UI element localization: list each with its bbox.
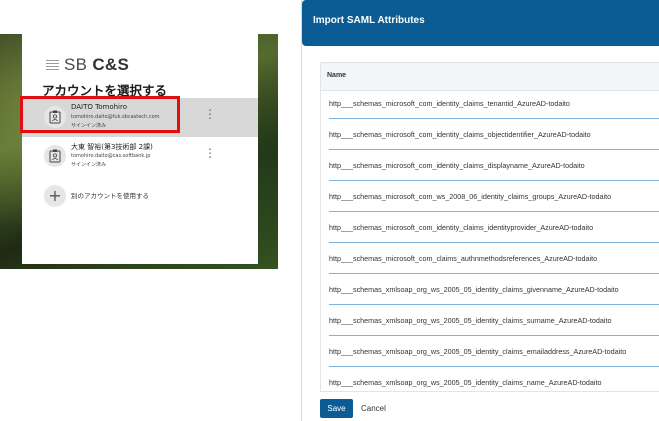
attribute-name: http___schemas_microsoft_com_identity_cl… [329, 99, 570, 108]
save-button[interactable]: Save [320, 399, 353, 418]
attribute-name: http___schemas_xmlsoap_org_ws_2005_05_id… [329, 285, 619, 294]
attribute-name: http___schemas_xmlsoap_org_ws_2005_05_id… [329, 316, 612, 325]
table-row[interactable]: http___schemas_xmlsoap_org_ws_2005_05_id… [329, 311, 659, 336]
use-other-account-label: 別のアカウントを使用する [71, 192, 149, 200]
table-row[interactable]: http___schemas_microsoft_com_identity_cl… [329, 94, 659, 119]
plus-icon: + [44, 185, 66, 207]
table-row[interactable]: http___schemas_microsoft_com_claims_auth… [329, 249, 659, 274]
table-row[interactable]: http___schemas_xmlsoap_org_ws_2005_05_id… [329, 280, 659, 305]
red-highlight-box [20, 96, 180, 133]
table-row[interactable]: http___schemas_microsoft_com_identity_cl… [329, 218, 659, 243]
logo-sb: SB [64, 55, 88, 74]
attribute-name: http___schemas_microsoft_com_claims_auth… [329, 254, 598, 263]
dialog-header: Import SAML Attributes [302, 0, 659, 46]
attribute-name: http___schemas_xmlsoap_org_ws_2005_05_id… [329, 378, 602, 387]
logo-lines-icon [46, 59, 59, 71]
attribute-name: http___schemas_xmlsoap_org_ws_2005_05_id… [329, 347, 627, 356]
use-other-account-button[interactable]: + 別のアカウントを使用する [22, 177, 258, 217]
account-picker-card: SB C&S アカウントを選択する DAITO Tomohiro tomohir… [22, 34, 258, 264]
more-options-icon[interactable]: ⋮ [204, 147, 216, 159]
company-logo: SB C&S [46, 55, 129, 75]
table-header: Name [321, 63, 659, 91]
table-row[interactable]: http___schemas_xmlsoap_org_ws_2005_05_id… [329, 373, 659, 397]
import-saml-dialog: Import SAML Attributes Name http___schem… [301, 0, 659, 421]
table-row[interactable]: http___schemas_microsoft_com_identity_cl… [329, 125, 659, 150]
attribute-name: http___schemas_microsoft_com_identity_cl… [329, 161, 585, 170]
logo-cs: C&S [92, 55, 130, 74]
table-row[interactable]: http___schemas_microsoft_com_identity_cl… [329, 156, 659, 181]
column-header-name[interactable]: Name [327, 72, 346, 79]
attribute-name: http___schemas_microsoft_com_identity_cl… [329, 130, 591, 139]
attribute-name: http___schemas_microsoft_com_ws_2008_06_… [329, 192, 612, 201]
dialog-title: Import SAML Attributes [313, 15, 425, 26]
id-badge-icon [44, 145, 66, 167]
account-email: tomohiro.daito@cas.softbank.jp [71, 153, 151, 159]
account-status: サインイン済み [71, 162, 107, 168]
account-row-2[interactable]: 大東 智裕(第3技術部 2課) tomohiro.daito@cas.softb… [22, 137, 258, 176]
attributes-table: Name http___schemas_microsoft_com_identi… [320, 62, 659, 392]
table-row[interactable]: http___schemas_microsoft_com_ws_2008_06_… [329, 187, 659, 212]
table-row[interactable]: http___schemas_xmlsoap_org_ws_2005_05_id… [329, 342, 659, 367]
attribute-name: http___schemas_microsoft_com_identity_cl… [329, 223, 594, 232]
account-name: 大東 智裕(第3技術部 2課) [71, 143, 153, 151]
cancel-button[interactable]: Cancel [361, 399, 386, 418]
more-options-icon[interactable]: ⋮ [204, 108, 216, 120]
